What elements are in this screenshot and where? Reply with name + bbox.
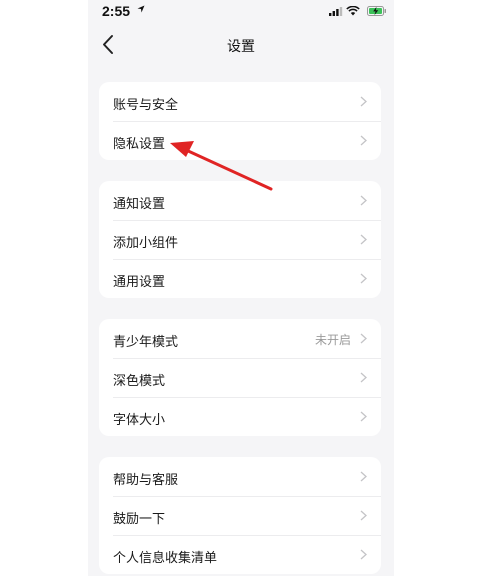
chevron-right-icon <box>360 411 367 422</box>
chevron-right-icon <box>360 372 367 383</box>
row-label: 帮助与客服 <box>113 473 179 488</box>
chevron-right-icon <box>360 273 367 284</box>
general-settings-row[interactable]: 通用设置 <box>99 259 381 298</box>
location-arrow-icon <box>137 5 145 13</box>
row-label: 通用设置 <box>113 275 166 290</box>
settings-group-account: 账号与安全 隐私设置 <box>99 82 381 160</box>
help-support-row[interactable]: 帮助与客服 <box>99 457 381 496</box>
add-widget-row[interactable]: 添加小组件 <box>99 220 381 259</box>
chevron-right-icon <box>360 510 367 521</box>
row-label: 深色模式 <box>113 374 166 389</box>
row-label: 账号与安全 <box>113 98 179 113</box>
row-label: 通知设置 <box>113 197 166 212</box>
phone-screen: 2:55 设置 账号与安全 隐私设置 通知设置 添加小组件 通用设置 青少年模式… <box>88 0 394 576</box>
battery-charging-icon <box>367 6 386 16</box>
personal-info-list-row[interactable]: 个人信息收集清单 <box>99 535 381 574</box>
chevron-right-icon <box>360 234 367 245</box>
encourage-row[interactable]: 鼓励一下 <box>99 496 381 535</box>
chevron-right-icon <box>360 333 367 344</box>
wifi-icon <box>346 6 360 16</box>
row-label: 个人信息收集清单 <box>113 551 218 566</box>
chevron-right-icon <box>360 135 367 146</box>
teen-mode-status: 未开启 <box>314 333 351 347</box>
chevron-right-icon <box>360 195 367 206</box>
privacy-settings-row[interactable]: 隐私设置 <box>99 121 381 160</box>
chevron-right-icon <box>360 549 367 560</box>
teen-mode-row[interactable]: 青少年模式 未开启 <box>99 319 381 358</box>
settings-group-support: 帮助与客服 鼓励一下 个人信息收集清单 <box>99 457 381 574</box>
row-label: 添加小组件 <box>113 236 179 251</box>
row-label: 青少年模式 <box>113 335 179 350</box>
chevron-right-icon <box>360 471 367 482</box>
dark-mode-row[interactable]: 深色模式 <box>99 358 381 397</box>
account-security-row[interactable]: 账号与安全 <box>99 82 381 121</box>
chevron-right-icon <box>360 96 367 107</box>
notification-settings-row[interactable]: 通知设置 <box>99 181 381 220</box>
row-label: 字体大小 <box>113 413 166 428</box>
row-label: 隐私设置 <box>113 137 166 152</box>
font-size-row[interactable]: 字体大小 <box>99 397 381 436</box>
page-title: 设置 <box>227 39 255 55</box>
signal-icon <box>329 7 343 16</box>
status-bar: 2:55 <box>88 0 394 26</box>
row-label: 鼓励一下 <box>113 512 166 527</box>
settings-group-display: 青少年模式 未开启 深色模式 字体大小 <box>99 319 381 436</box>
settings-group-general: 通知设置 添加小组件 通用设置 <box>99 181 381 298</box>
nav-bar: 设置 <box>88 26 394 62</box>
status-time: 2:55 <box>102 3 131 19</box>
